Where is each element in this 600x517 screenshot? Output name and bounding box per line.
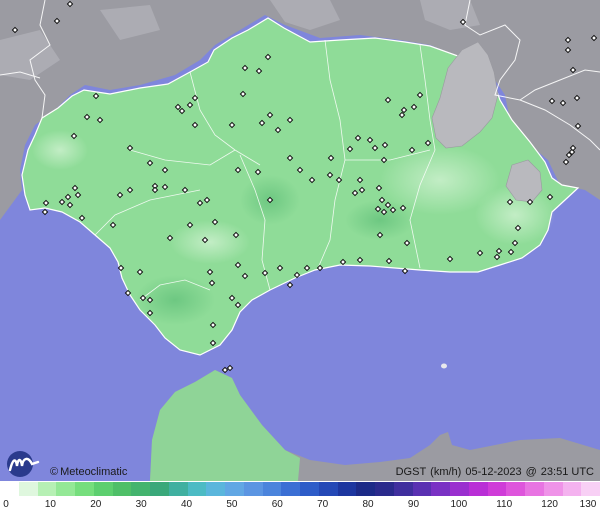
legend-swatch	[581, 482, 600, 496]
legend-swatch	[562, 482, 582, 496]
legend-swatch	[56, 482, 75, 496]
date-label: 05-12-2023	[465, 466, 522, 478]
legend-tick-label: 60	[271, 499, 283, 510]
map-info: DGST (km/h) 05-12-2023 @23:51 UTC	[392, 466, 594, 478]
legend-swatch	[168, 482, 188, 496]
legend-swatch	[337, 482, 357, 496]
legend-tick-label: 130	[579, 499, 597, 510]
at-symbol: @	[525, 466, 537, 478]
legend-swatch	[243, 482, 263, 496]
legend-swatch	[187, 482, 207, 496]
brand-credit: © Meteoclimatic	[50, 466, 127, 478]
legend-swatch	[93, 482, 113, 496]
legend-swatch	[262, 482, 282, 496]
legend-swatch	[468, 482, 488, 496]
legend-swatch	[225, 482, 244, 496]
legend-color-bar	[0, 482, 600, 496]
legend-tick-label: 120	[541, 499, 558, 510]
legend-tick-label: 0	[3, 499, 9, 510]
legend-swatch	[356, 482, 375, 496]
brand-name: Meteoclimatic	[60, 466, 128, 478]
legend-tick-label: 20	[90, 499, 102, 510]
legend-swatch	[431, 482, 450, 496]
legend-swatch	[75, 482, 94, 496]
legend-ticks: 0 10 20 30 40 50 60 70 80 90 100 110 120 130	[0, 499, 600, 513]
legend-swatch	[300, 482, 319, 496]
legend-swatch	[318, 482, 338, 496]
legend-swatch	[543, 482, 563, 496]
meteoclimatic-logo	[4, 448, 48, 478]
legend-swatch	[487, 482, 507, 496]
legend-swatch	[37, 482, 57, 496]
legend-tick-label: 100	[450, 499, 468, 510]
legend-swatch	[0, 482, 19, 496]
legend-swatch	[150, 482, 169, 496]
time-label: 23:51 UTC	[540, 466, 594, 478]
legend-swatch	[525, 482, 544, 496]
legend-swatch	[18, 482, 38, 496]
legend-swatch	[412, 482, 432, 496]
variable-label: DGST	[395, 466, 427, 478]
legend-swatch	[206, 482, 225, 496]
legend-tick-label: 50	[226, 499, 238, 510]
legend-swatch	[506, 482, 525, 496]
legend-swatch	[375, 482, 394, 496]
legend-swatch	[281, 482, 300, 496]
island	[441, 363, 447, 369]
map-canvas	[0, 0, 600, 481]
wind-gust-map: © Meteoclimatic DGST (km/h) 05-12-2023 @23:5…	[0, 0, 600, 517]
legend-swatch	[393, 482, 413, 496]
color-legend: 0 10 20 30 40 50 60 70 80 90 100 110 120 130	[0, 481, 600, 517]
legend-tick-label: 110	[496, 499, 513, 510]
legend-swatch	[131, 482, 150, 496]
copyright-symbol: ©	[50, 466, 59, 478]
legend-swatch	[112, 482, 132, 496]
legend-swatch	[450, 482, 469, 496]
legend-tick-label: 40	[180, 499, 193, 510]
legend-tick-label: 90	[407, 499, 420, 510]
unit-label: (km/h)	[430, 466, 462, 478]
legend-tick-label: 10	[44, 499, 56, 510]
legend-tick-label: 80	[362, 499, 374, 510]
legend-tick-label: 70	[317, 499, 329, 510]
legend-tick-label: 30	[135, 499, 147, 510]
